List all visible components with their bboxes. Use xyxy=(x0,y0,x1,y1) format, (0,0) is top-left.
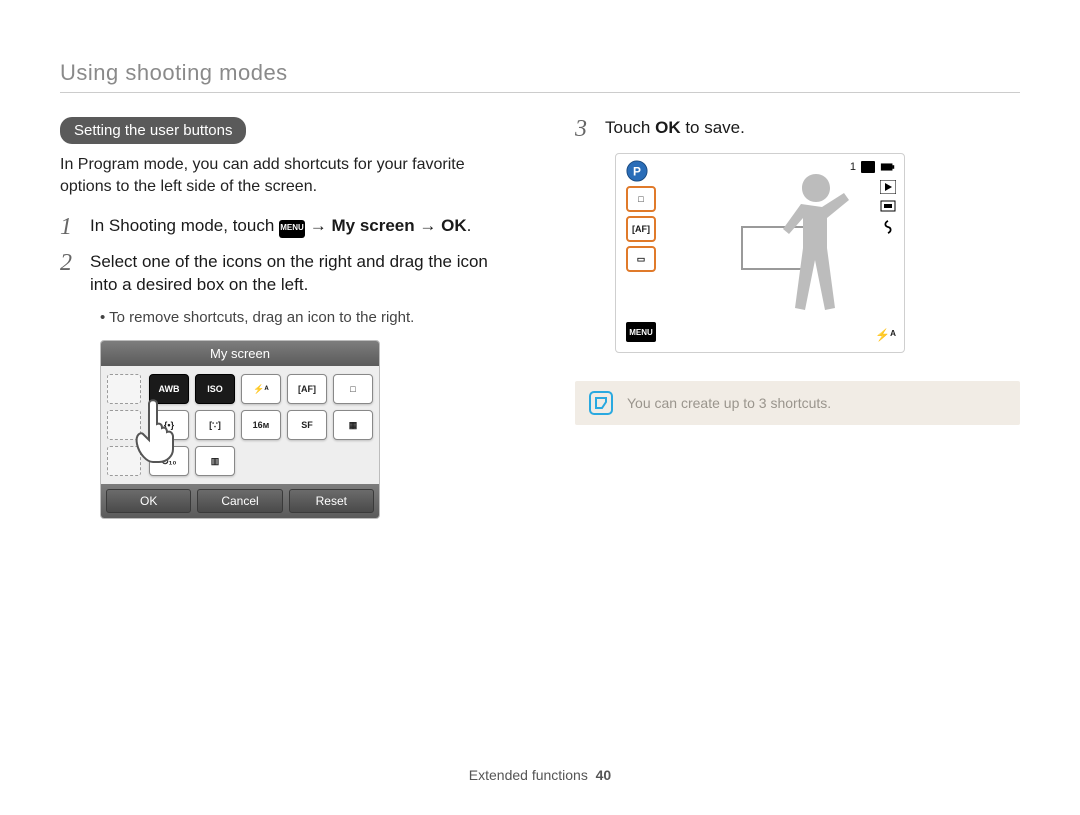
note-box: You can create up to 3 shortcuts. xyxy=(575,381,1020,425)
section-header: Using shooting modes xyxy=(60,60,1020,86)
awb-icon[interactable]: AWB xyxy=(149,374,189,404)
note-text: You can create up to 3 shortcuts. xyxy=(627,395,831,411)
step-1-path: → My screen → OK xyxy=(310,216,467,235)
stabilization-icon xyxy=(880,220,896,234)
setting-pill: Setting the user buttons xyxy=(60,117,246,144)
drop-slot[interactable] xyxy=(107,410,141,440)
program-mode-icon: P xyxy=(626,160,648,182)
status-right-col xyxy=(880,180,896,234)
cancel-button[interactable]: Cancel xyxy=(197,489,282,513)
drop-slot[interactable] xyxy=(107,446,141,476)
step-3-suffix: to save. xyxy=(681,118,745,137)
step-3: 3 Touch OK to save. xyxy=(575,117,1020,141)
iso-icon[interactable]: ISO xyxy=(195,374,235,404)
divider xyxy=(60,92,1020,93)
flash-auto-indicator: ⚡ᴬ xyxy=(875,328,896,342)
icon-grid: AWB ISO ⚡ᴬ [AF] □ {•} [∵] 16ᴍ SF ▦ ⏱₁₀ ▥ xyxy=(149,374,373,476)
quality-icon[interactable]: SF xyxy=(287,410,327,440)
left-column: Setting the user buttons In Program mode… xyxy=(60,117,505,519)
footer-section: Extended functions xyxy=(469,767,588,783)
status-top-right: 1 xyxy=(850,160,896,174)
metering-icon[interactable]: {•} xyxy=(149,410,189,440)
af-icon[interactable]: [AF] xyxy=(287,374,327,404)
shortcut-chip[interactable]: [AF] xyxy=(626,216,656,242)
resolution-icon[interactable]: 16ᴍ xyxy=(241,410,281,440)
step-1: 1 In Shooting mode, touch MENU → My scre… xyxy=(60,215,505,239)
page-number: 40 xyxy=(596,767,612,783)
svg-text:P: P xyxy=(633,165,641,179)
face-icon[interactable]: [∵] xyxy=(195,410,235,440)
step-3-bold: OK xyxy=(655,118,681,137)
step-3-prefix: Touch xyxy=(605,118,655,137)
step-number: 1 xyxy=(60,215,78,239)
single-icon[interactable]: □ xyxy=(333,374,373,404)
playback-icon xyxy=(880,180,896,194)
flash-icon[interactable]: ⚡ᴬ xyxy=(241,374,281,404)
drop-slot[interactable] xyxy=(107,374,141,404)
step-1-text: In Shooting mode, touch MENU → My screen… xyxy=(90,215,471,238)
myscreen-panel: My screen AWB ISO ⚡ᴬ [AF] □ {•} [∵] xyxy=(100,340,380,519)
step-2-sub: To remove shortcuts, drag an icon to the… xyxy=(100,309,505,326)
intro-text: In Program mode, you can add shortcuts f… xyxy=(60,154,505,197)
step-2: 2 Select one of the icons on the right a… xyxy=(60,251,505,297)
ok-button[interactable]: OK xyxy=(106,489,191,513)
memory-icon xyxy=(860,160,876,174)
preview-menu-button[interactable]: MENU xyxy=(626,322,656,342)
step-2-text: Select one of the icons on the right and… xyxy=(90,251,505,297)
display-icon xyxy=(880,200,896,214)
menu-icon: MENU xyxy=(279,220,305,238)
reset-button[interactable]: Reset xyxy=(289,489,374,513)
ev-icon[interactable]: ▥ xyxy=(195,446,235,476)
page-footer: Extended functions 40 xyxy=(0,767,1080,783)
myscreen-footer: OK Cancel Reset xyxy=(101,484,379,518)
shortcut-chip[interactable]: ▭ xyxy=(626,246,656,272)
step-1-suffix: . xyxy=(467,216,472,235)
camera-preview: P □ [AF] ▭ MENU 1 ⚡ᴬ xyxy=(615,153,905,353)
step-number: 2 xyxy=(60,251,78,275)
timer-icon[interactable]: ⏱₁₀ xyxy=(149,446,189,476)
note-icon xyxy=(589,391,613,415)
shot-count: 1 xyxy=(850,161,856,173)
shortcut-column: □ [AF] ▭ xyxy=(626,186,656,272)
grid-icon[interactable]: ▦ xyxy=(333,410,373,440)
step-3-text: Touch OK to save. xyxy=(605,117,745,140)
step-number: 3 xyxy=(575,117,593,141)
right-column: 3 Touch OK to save. P □ [AF] ▭ MENU 1 xyxy=(575,117,1020,519)
subject-silhouette-icon xyxy=(771,174,861,344)
battery-icon xyxy=(880,160,896,174)
drop-column xyxy=(107,374,143,476)
shortcut-chip[interactable]: □ xyxy=(626,186,656,212)
myscreen-body: AWB ISO ⚡ᴬ [AF] □ {•} [∵] 16ᴍ SF ▦ ⏱₁₀ ▥ xyxy=(101,366,379,484)
myscreen-title: My screen xyxy=(101,341,379,366)
step-1-prefix: In Shooting mode, touch xyxy=(90,216,279,235)
